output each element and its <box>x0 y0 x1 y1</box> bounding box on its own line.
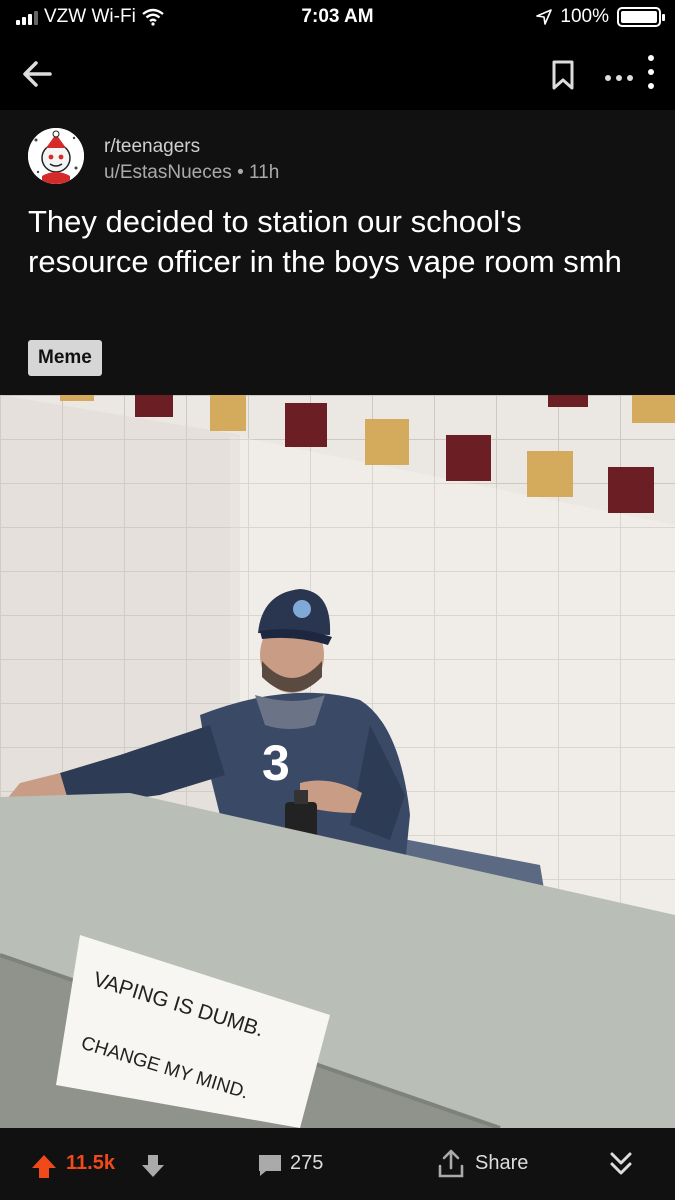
maroon-tile <box>608 467 654 513</box>
vote-score: 11.5k <box>66 1152 115 1174</box>
snoo-avatar-icon <box>28 128 84 184</box>
subreddit-name[interactable]: r/teenagers <box>104 136 200 158</box>
location-icon <box>536 9 553 25</box>
maroon-tile <box>548 395 588 407</box>
post-image[interactable]: 3 VAPING IS DUMB. CHANGE MY MIND. <box>0 395 675 1128</box>
bookmark-icon[interactable] <box>548 58 578 92</box>
post-meta: u/EstasNueces • 11h <box>104 162 279 184</box>
post-title[interactable]: They decided to station our school's res… <box>28 202 648 282</box>
upvote-icon[interactable] <box>30 1152 58 1180</box>
gold-tile <box>365 419 409 465</box>
comment-icon[interactable] <box>256 1152 284 1178</box>
gold-tile <box>210 395 246 431</box>
subreddit-avatar[interactable] <box>28 128 84 184</box>
post-age: 11h <box>249 162 280 183</box>
comment-count[interactable]: 275 <box>290 1152 323 1175</box>
post-flair[interactable]: Meme <box>28 340 102 376</box>
collapse-icon[interactable] <box>606 1148 636 1180</box>
gold-tile <box>60 395 94 401</box>
author-name[interactable]: u/EstasNueces <box>104 162 232 183</box>
nav-bar <box>0 40 675 110</box>
battery-percent: 100% <box>560 6 609 27</box>
back-arrow-icon[interactable] <box>18 54 58 94</box>
meme-photo: 3 VAPING IS DUMB. CHANGE MY MIND. <box>0 395 675 1128</box>
maroon-tile <box>285 403 327 447</box>
maroon-tile <box>135 395 173 417</box>
action-bar: 11.5k 275 Share <box>0 1128 675 1200</box>
post-header: r/teenagers u/EstasNueces • 11h They dec… <box>0 110 675 395</box>
gold-tile <box>632 395 675 423</box>
battery-icon <box>617 7 665 27</box>
share-icon[interactable] <box>436 1148 466 1180</box>
more-options-icon[interactable] <box>600 58 640 92</box>
share-button[interactable]: Share <box>475 1152 528 1175</box>
status-right: 100% <box>536 6 665 28</box>
downvote-icon[interactable] <box>140 1152 166 1180</box>
maroon-tile <box>446 435 491 481</box>
jersey-number: 3 <box>262 735 290 791</box>
scroll-indicator-icon <box>648 55 654 89</box>
status-bar: VZW Wi-Fi 7:03 AM 100% <box>0 0 675 40</box>
gold-tile <box>527 451 573 497</box>
meta-separator: • <box>237 162 250 183</box>
